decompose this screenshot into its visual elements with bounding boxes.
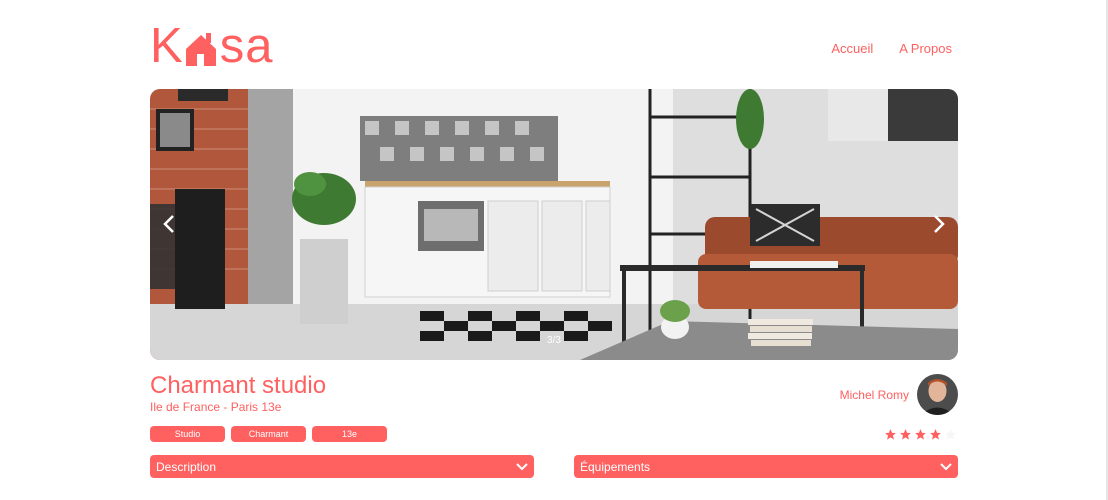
carousel-counter: 3/3 (547, 335, 561, 346)
host-avatar (917, 374, 958, 415)
logo-letters-sa: sa (219, 19, 274, 73)
host-name: Michel Romy (839, 387, 909, 402)
equipements-collapse[interactable]: Équipements (574, 455, 958, 478)
star-icon (915, 429, 926, 440)
kasa-logo[interactable]: K sa (150, 19, 274, 73)
tag-charmant: Charmant (231, 426, 306, 442)
tag-list: Studio Charmant 13e (150, 426, 387, 442)
nav-link-accueil[interactable]: Accueil (831, 41, 873, 56)
chevron-down-icon (940, 462, 952, 470)
chevron-right-icon (934, 215, 945, 233)
host-info: Michel Romy (840, 374, 958, 415)
star-icon (885, 429, 896, 440)
listing-location: Ile de France - Paris 13e (150, 400, 282, 414)
star-icon (900, 429, 911, 440)
description-collapse-label: Description (156, 459, 217, 474)
carousel-next-button[interactable] (926, 211, 952, 237)
description-collapse[interactable]: Description (150, 455, 534, 478)
chevron-left-icon (163, 215, 174, 233)
equipements-collapse-label: Équipements (580, 459, 651, 474)
carousel-prev-button[interactable] (156, 211, 182, 237)
photo-carousel: 3/3 (150, 89, 958, 360)
main-nav: Accueil A Propos (831, 41, 952, 56)
apartment-photo (150, 89, 958, 360)
rating-stars (884, 428, 957, 441)
logo-letter-k: K (150, 19, 184, 73)
tag-13e: 13e (312, 426, 387, 442)
star-empty-icon (945, 429, 956, 440)
star-icon (930, 429, 941, 440)
listing-title: Charmant studio (150, 372, 327, 399)
nav-link-a-propos[interactable]: A Propos (899, 41, 952, 56)
tag-studio: Studio (150, 426, 225, 442)
chevron-down-icon (516, 462, 528, 470)
house-icon (185, 33, 216, 66)
